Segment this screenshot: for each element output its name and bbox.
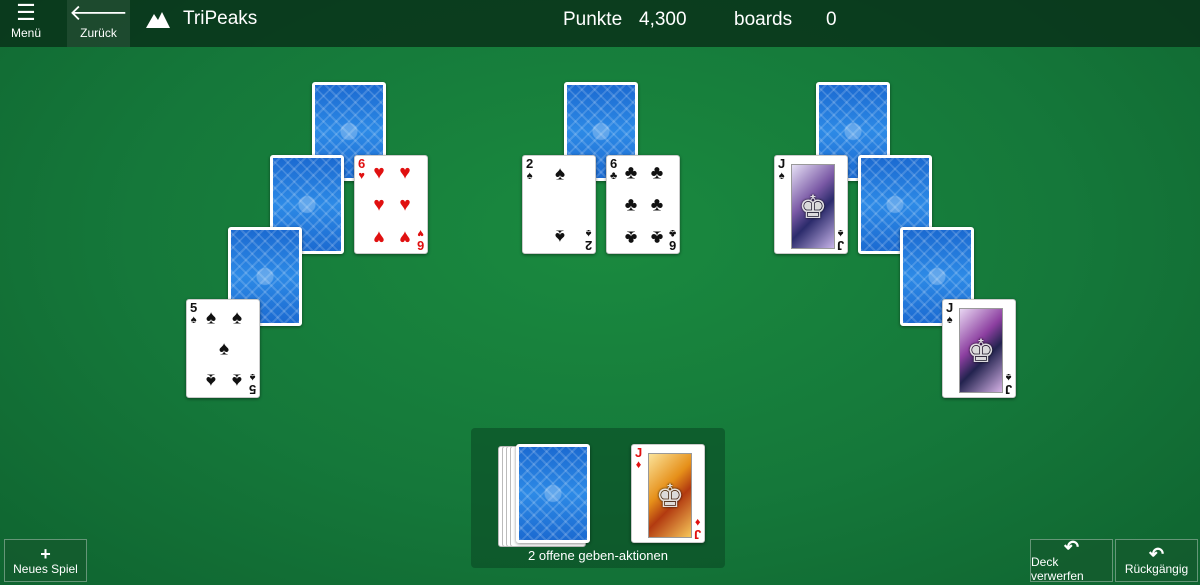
discard-deck-button[interactable]: ↶ Deck verwerfen [1030, 536, 1113, 583]
arrow-left-icon: 🡐 [69, 0, 128, 25]
spade-pip: ♠ [554, 225, 566, 247]
spade-pip: ♠ [205, 369, 217, 391]
club-pip: ♣ [650, 194, 664, 216]
spade-pip: ♠ [231, 307, 243, 329]
undo-button[interactable]: ↶ Rückgängig [1115, 539, 1198, 582]
club-pip: ♣ [624, 194, 638, 216]
card-corner: J ♦ [635, 445, 643, 471]
hamburger-icon: ☰ [16, 0, 36, 25]
heart-pip: ♥ [399, 226, 411, 248]
heart-pip: ♥ [373, 162, 385, 184]
boards-label: boards [734, 9, 793, 30]
jack-portrait: ♚ [791, 164, 835, 249]
card-corner-bottom: 5 ♠ [248, 371, 256, 397]
spade-pip: ♠ [554, 163, 566, 185]
club-pip: ♣ [624, 162, 638, 184]
card-corner-bottom: 2 ♠ [584, 227, 592, 253]
jack-icon: ♚ [798, 188, 828, 225]
jack-icon: ♚ [655, 477, 685, 514]
waste-card-jack-of-diamonds: ♚ J ♦ J ♦ [631, 444, 705, 543]
new-game-button[interactable]: + Neues Spiel [4, 539, 87, 582]
score-label: Punkte [563, 9, 623, 30]
card-corner: J ♠ [778, 156, 786, 182]
card-jack-of-spades[interactable]: ♚ J ♠ J ♠ [774, 155, 848, 254]
card-corner: 6 ♣ [610, 156, 618, 182]
top-bar: ☰ Menü 🡐 Zurück TriPeaks Punkte 4,300 bo… [0, 0, 1200, 47]
card-five-of-spades[interactable]: 5 ♠ 5 ♠ ♠ ♠ ♠ ♠ ♠ [186, 299, 260, 398]
back-label: Zurück [80, 26, 117, 40]
undo-arrow-icon: ↶ [1063, 536, 1080, 557]
card-two-of-spades[interactable]: 2 ♠ 2 ♠ ♠ ♠ [522, 155, 596, 254]
spade-pip: ♠ [218, 338, 230, 360]
club-pip: ♣ [650, 162, 664, 184]
spade-pip: ♠ [205, 307, 217, 329]
club-pip: ♣ [624, 226, 638, 248]
club-pip: ♣ [650, 226, 664, 248]
game-title: TriPeaks [145, 8, 257, 30]
card-corner-bottom: 6 ♥ [416, 227, 424, 253]
undo-arrow-icon: ↶ [1148, 543, 1165, 564]
heart-pip: ♥ [399, 194, 411, 216]
card-corner: J ♠ [946, 300, 954, 326]
jack-portrait: ♚ [959, 308, 1003, 393]
heart-pip: ♥ [399, 162, 411, 184]
card-corner-bottom: 6 ♣ [668, 227, 676, 253]
back-button[interactable]: 🡐 Zurück [67, 0, 130, 47]
menu-button[interactable]: ☰ Menü [0, 0, 52, 47]
deals-remaining-text: 2 offene geben-aktionen [528, 548, 668, 563]
stock-pile[interactable] [516, 444, 590, 543]
card-corner: 5 ♠ [190, 300, 198, 326]
heart-pip: ♥ [373, 226, 385, 248]
jack-portrait: ♚ [648, 453, 692, 538]
heart-pip: ♥ [373, 194, 385, 216]
card-corner-bottom: J ♠ [1004, 371, 1012, 397]
discard-deck-label: Deck verwerfen [1031, 554, 1084, 583]
undo-label: Rückgängig [1124, 561, 1189, 576]
new-game-label: Neues Spiel [13, 561, 78, 576]
card-corner: 6 ♥ [358, 156, 366, 182]
card-corner: 2 ♠ [526, 156, 534, 182]
plus-icon: + [40, 543, 51, 564]
spade-pip: ♠ [231, 369, 243, 391]
boards-value: 0 [826, 9, 837, 30]
stock-panel: ♚ J ♦ J ♦ 2 offene geben-aktionen [471, 428, 725, 568]
card-jack-of-spades[interactable]: ♚ J ♠ J ♠ [942, 299, 1016, 398]
menu-label: Menü [10, 26, 42, 40]
jack-icon: ♚ [966, 332, 996, 369]
card-six-of-clubs[interactable]: 6 ♣ 6 ♣ ♣ ♣ ♣ ♣ ♣ ♣ [606, 155, 680, 254]
score-display: Punkte 4,300 boards 0 [563, 9, 837, 31]
card-corner-bottom: J ♦ [693, 516, 701, 542]
mountain-icon [145, 9, 171, 29]
game-title-text: TriPeaks [183, 8, 258, 29]
score-value: 4,300 [639, 9, 687, 30]
card-corner-bottom: J ♠ [836, 227, 844, 253]
card-six-of-hearts[interactable]: 6 ♥ 6 ♥ ♥ ♥ ♥ ♥ ♥ ♥ [354, 155, 428, 254]
